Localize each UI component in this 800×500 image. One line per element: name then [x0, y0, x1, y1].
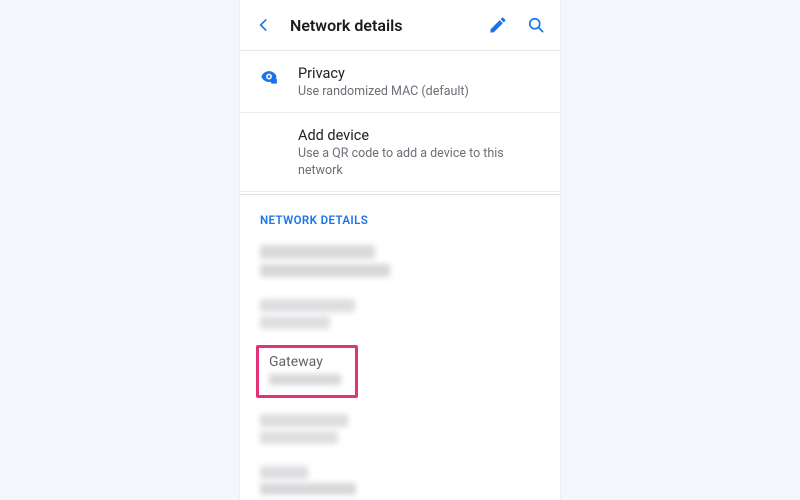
eye-lock-icon — [259, 67, 279, 87]
app-header: Network details — [240, 0, 560, 51]
add-device-subtitle: Use a QR code to add a device to this ne… — [298, 146, 542, 179]
network-details-header: Network Details — [240, 195, 560, 237]
add-device-title: Add device — [298, 127, 542, 144]
privacy-subtitle: Use randomized MAC (default) — [298, 84, 542, 100]
privacy-title: Privacy — [298, 65, 542, 82]
privacy-row[interactable]: Privacy Use randomized MAC (default) — [240, 51, 560, 113]
content-area: Privacy Use randomized MAC (default) Add… — [240, 51, 560, 500]
pencil-icon — [488, 15, 508, 35]
detail-row-4 — [240, 406, 560, 458]
detail-row-5 — [240, 458, 560, 500]
chevron-left-icon — [254, 15, 274, 35]
gateway-label: Gateway — [269, 354, 345, 370]
phone-frame: Network details Privacy Use randomized M… — [240, 0, 560, 500]
privacy-icon-slot — [258, 65, 280, 100]
detail-row-2 — [240, 291, 560, 343]
gateway-highlight: Gateway — [256, 345, 358, 398]
redacted-value — [260, 483, 356, 495]
redacted-label — [260, 245, 375, 259]
search-icon — [526, 15, 546, 35]
redacted-label — [260, 414, 348, 427]
gateway-value-redacted — [269, 374, 341, 385]
back-button[interactable] — [252, 13, 276, 37]
redacted-label — [260, 466, 308, 479]
redacted-label — [260, 299, 355, 312]
redacted-value — [260, 431, 338, 444]
add-device-row[interactable]: Add device Use a QR code to add a device… — [240, 113, 560, 192]
page-title: Network details — [290, 16, 472, 35]
redacted-value — [260, 316, 330, 329]
edit-button[interactable] — [486, 13, 510, 37]
detail-row-1 — [240, 237, 560, 291]
redacted-value — [260, 264, 390, 277]
search-button[interactable] — [524, 13, 548, 37]
